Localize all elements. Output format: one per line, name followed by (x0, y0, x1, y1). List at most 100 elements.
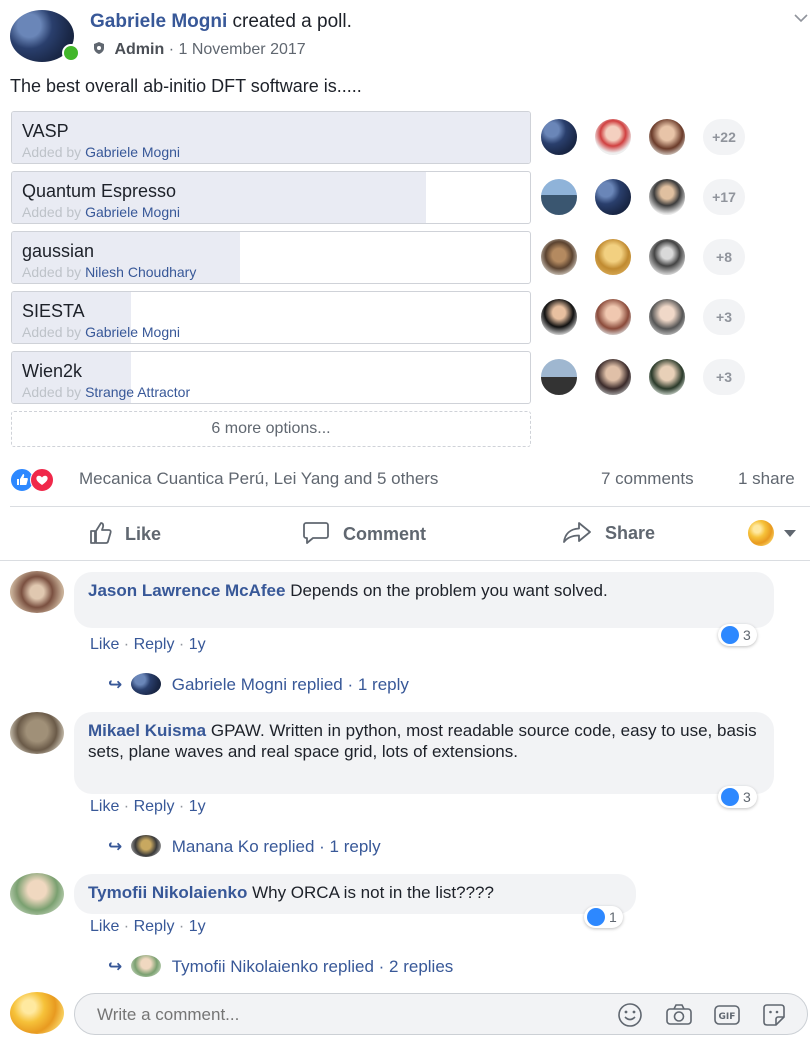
added-by-name[interactable]: Gabriele Mogni (85, 144, 180, 160)
gif-icon[interactable]: GIF (713, 1004, 741, 1026)
separator: · (119, 918, 134, 935)
poll-option-name: Quantum Espresso (22, 181, 177, 201)
voter-avatar[interactable] (593, 297, 633, 337)
sticker-icon[interactable] (761, 1002, 787, 1028)
post-date[interactable]: 1 November 2017 (178, 41, 305, 58)
voter-avatar[interactable] (647, 357, 687, 397)
voter-avatar[interactable] (593, 117, 633, 157)
comment-like-link[interactable]: Like (90, 918, 119, 935)
comment-reply-link[interactable]: Reply (134, 918, 175, 935)
post-meta: Admin · 1 November 2017 (92, 41, 306, 59)
added-by-name[interactable]: Nilesh Choudhary (85, 264, 196, 280)
separator: · (119, 798, 134, 815)
comment-reaction-number: 3 (743, 789, 751, 805)
voter-avatar[interactable] (539, 297, 579, 337)
comment-reply-link[interactable]: Reply (134, 636, 175, 653)
share-button[interactable]: Share (562, 520, 655, 548)
poll-option-added-by: Added by Strange Attractor (22, 384, 190, 400)
commenter-avatar[interactable] (10, 873, 64, 915)
voter-avatar[interactable] (539, 117, 579, 157)
replier-avatar (130, 673, 161, 695)
more-voters-count[interactable]: +22 (701, 117, 747, 157)
separator: · (373, 957, 390, 976)
reaction-icons[interactable] (10, 468, 74, 492)
commenter-avatar[interactable] (10, 571, 64, 613)
poll-option[interactable]: Quantum Espresso Added by Gabriele Mogni (11, 171, 531, 224)
voter-avatar[interactable] (539, 177, 579, 217)
chevron-down-icon[interactable] (784, 530, 796, 538)
poll-option[interactable]: Wien2k Added by Strange Attractor (11, 351, 531, 404)
comment-input[interactable] (95, 1003, 579, 1027)
reaction-summary[interactable]: Mecanica Cuantica Perú, Lei Yang and 5 o… (79, 469, 438, 489)
comment-reaction-count[interactable]: 3 (718, 786, 757, 808)
admin-badge: Admin (114, 41, 165, 58)
replies-link[interactable]: ↪ Manana Ko replied · 1 reply (108, 835, 381, 857)
added-by-name[interactable]: Gabriele Mogni (85, 324, 180, 340)
poll-option-added-by: Added by Nilesh Choudhary (22, 264, 196, 280)
comment-time[interactable]: 1y (189, 798, 206, 815)
comment-text: Why ORCA is not in the list???? (252, 883, 494, 902)
voter-avatar[interactable] (647, 177, 687, 217)
voter-avatar[interactable] (647, 117, 687, 157)
author-name[interactable]: Gabriele Mogni (90, 11, 227, 32)
poll-option-name: gaussian (22, 241, 95, 261)
more-voters-count[interactable]: +3 (701, 357, 747, 397)
comment-author[interactable]: Tymofii Nikolaienko (88, 883, 247, 902)
replier-text: Tymofii Nikolaienko replied (171, 957, 374, 976)
voter-avatar[interactable] (647, 237, 687, 277)
added-by-prefix: Added by (22, 144, 82, 160)
commenter-avatar[interactable] (10, 712, 64, 754)
comment-actions: Like · Reply · 1y (90, 798, 206, 816)
reaction-selector-icon[interactable] (748, 520, 778, 548)
voter-avatar[interactable] (593, 357, 633, 397)
added-by-name[interactable]: Gabriele Mogni (85, 204, 180, 220)
comment-count[interactable]: 7 comments (601, 469, 694, 489)
added-by-name[interactable]: Strange Attractor (85, 384, 190, 400)
more-voters-count[interactable]: +3 (701, 297, 747, 337)
meta-dot: · (168, 41, 179, 58)
replies-link[interactable]: ↪ Tymofii Nikolaienko replied · 2 replie… (108, 955, 453, 977)
added-by-prefix: Added by (22, 204, 82, 220)
post-header-line: Gabriele Mogni created a poll. (90, 11, 352, 33)
poll-option-name: Wien2k (22, 361, 83, 381)
share-count[interactable]: 1 share (738, 469, 795, 489)
comment-reaction-count[interactable]: 1 (584, 906, 623, 928)
comment-reaction-count[interactable]: 3 (718, 624, 757, 646)
comment-actions: Like · Reply · 1y (90, 636, 206, 654)
poll-option[interactable]: gaussian Added by Nilesh Choudhary (11, 231, 531, 284)
voter-avatar[interactable] (593, 237, 633, 277)
voter-avatar[interactable] (539, 237, 579, 277)
online-status-dot (62, 44, 80, 62)
comment-button[interactable]: Comment (302, 520, 426, 548)
more-options-button[interactable]: 6 more options... (11, 411, 531, 447)
comment-like-link[interactable]: Like (90, 636, 119, 653)
like-badge-icon (721, 788, 739, 807)
comment-author[interactable]: Mikael Kuisma (88, 721, 206, 740)
separator: · (119, 636, 134, 653)
comment-bubble: Mikael Kuisma GPAW. Written in python, m… (74, 712, 774, 794)
poll-option[interactable]: VASP Added by Gabriele Mogni (11, 111, 531, 164)
post-action-text: created a poll. (232, 11, 352, 32)
more-voters-count[interactable]: +17 (701, 177, 747, 217)
emoji-icon[interactable] (617, 1002, 643, 1028)
like-badge-icon (721, 626, 739, 645)
voter-avatar[interactable] (593, 177, 633, 217)
like-button[interactable]: Like (88, 520, 161, 548)
comment-like-link[interactable]: Like (90, 798, 119, 815)
share-icon (563, 522, 591, 543)
more-voters-count[interactable]: +8 (701, 237, 747, 277)
comment-author[interactable]: Jason Lawrence McAfee (88, 581, 285, 600)
comment-button-label: Comment (343, 524, 427, 544)
camera-icon[interactable] (665, 1003, 693, 1027)
comment-time[interactable]: 1y (189, 636, 206, 653)
poll-option[interactable]: SIESTA Added by Gabriele Mogni (11, 291, 531, 344)
comment-time[interactable]: 1y (189, 918, 206, 935)
replies-link[interactable]: ↪ Gabriele Mogni replied · 1 reply (108, 673, 409, 695)
comment-reply-link[interactable]: Reply (134, 798, 175, 815)
voter-avatar[interactable] (647, 297, 687, 337)
current-user-avatar[interactable] (10, 992, 64, 1034)
voter-avatar[interactable] (539, 357, 579, 397)
comment-composer[interactable]: GIF (74, 993, 808, 1035)
divider (10, 506, 810, 507)
chevron-down-icon[interactable] (794, 14, 808, 24)
